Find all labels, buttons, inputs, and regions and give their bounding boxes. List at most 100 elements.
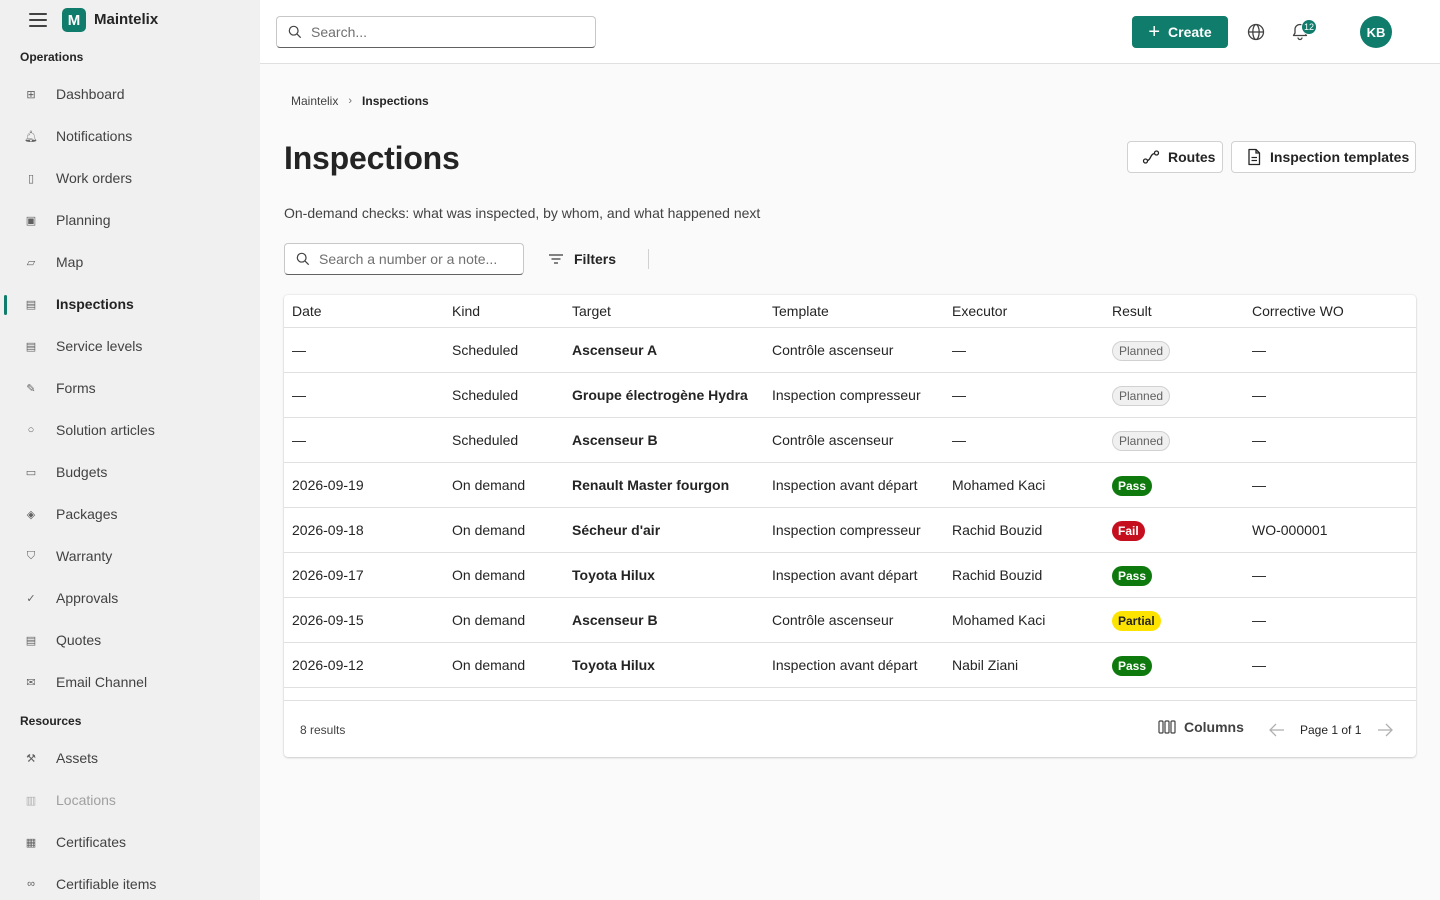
table-row[interactable]: 2026-09-19 On demand Renault Master fourgo… — [284, 463, 1416, 508]
column-header-target[interactable]: Target — [572, 303, 611, 319]
cell-executor: Mohamed Kaci — [952, 612, 1046, 628]
app-logo[interactable]: M — [62, 8, 86, 32]
sidebar-item-dashboard[interactable]: ⊞ Dashboard — [0, 76, 260, 112]
columns-button[interactable]: Columns — [1158, 719, 1244, 735]
columns-button-label: Columns — [1184, 719, 1244, 735]
cell-kind: Scheduled — [452, 387, 519, 403]
sidebar-item-solution-articles[interactable]: ○ Solution articles — [0, 412, 260, 448]
cell-kind: On demand — [452, 612, 526, 628]
search-icon — [288, 25, 302, 39]
table-header: Date Kind Target Template Executor Resul… — [284, 295, 1416, 328]
sidebar-item-label: Email Channel — [56, 674, 148, 690]
table-row[interactable]: — Scheduled Ascenseur A Contrôle ascenseur —… — [284, 328, 1416, 373]
sidebar-item-label: Forms — [56, 380, 96, 396]
table-row[interactable]: 2026-09-18 On demand Sécheur d'air Inspecti… — [284, 508, 1416, 553]
create-button[interactable]: + Create — [1132, 16, 1228, 48]
sidebar-item-budgets[interactable]: ▭ Budgets — [0, 454, 260, 490]
sidebar-item-label: Solution articles — [56, 422, 155, 438]
cell-date: 2026-09-19 — [292, 477, 364, 493]
global-search[interactable] — [276, 16, 596, 48]
document-icon: ▤ — [25, 634, 37, 647]
sidebar-item-label: Locations — [56, 792, 116, 808]
sidebar-item-forms[interactable]: ✎ Forms — [0, 370, 260, 406]
sidebar-item-assets[interactable]: ⚒ Assets — [0, 740, 260, 776]
plus-icon: + — [1148, 21, 1161, 43]
cell-target: Ascenseur A — [572, 342, 658, 358]
sidebar-item-planning[interactable]: ▣ Planning — [0, 202, 260, 238]
arrow-right-icon[interactable] — [1376, 722, 1394, 738]
globe-icon[interactable] — [1246, 22, 1266, 42]
cell-corrective-wo: — — [1252, 612, 1266, 628]
cell-kind: On demand — [452, 567, 526, 583]
cell-executor: — — [952, 432, 966, 448]
column-header-result[interactable]: Result — [1112, 303, 1152, 319]
user-avatar[interactable]: KB — [1360, 16, 1392, 48]
sidebar-item-email-channel[interactable]: ✉ Email Channel — [0, 664, 260, 700]
hamburger-menu-icon[interactable] — [29, 13, 47, 27]
cell-template: Inspection compresseur — [772, 522, 921, 538]
sidebar-item-certificates[interactable]: ▦ Certificates — [0, 824, 260, 860]
filters-button-label: Filters — [574, 251, 617, 267]
sidebar-item-notifications[interactable]: 🔔︎ Notifications — [0, 118, 260, 154]
sidebar-item-label: Quotes — [56, 632, 102, 648]
breadcrumb: Maintelix › Inspections — [291, 94, 429, 108]
clipboard-icon: ▯ — [27, 172, 35, 185]
filters-button[interactable]: Filters — [548, 243, 616, 275]
table-row[interactable]: 2026-09-17 On demand Toyota Hilux Inspectio… — [284, 553, 1416, 598]
notification-count-badge: 12 — [1301, 19, 1317, 35]
sidebar-item-warranty[interactable]: ⛉ Warranty — [0, 538, 260, 574]
cell-template: Inspection avant départ — [772, 477, 918, 493]
sidebar-item-work-orders[interactable]: ▯ Work orders — [0, 160, 260, 196]
inspection-templates-button[interactable]: Inspection templates — [1231, 141, 1416, 173]
cell-target: Ascenseur B — [572, 612, 658, 628]
cell-template: Inspection compresseur — [772, 387, 921, 403]
sidebar-item-certifiable-items[interactable]: ∞ Certifiable items — [0, 866, 260, 900]
inspection-search[interactable] — [284, 243, 524, 275]
table-row[interactable]: 2026-09-15 On demand Ascenseur B Contrôle a… — [284, 598, 1416, 643]
document-icon — [1248, 148, 1261, 166]
column-header-date[interactable]: Date — [292, 303, 322, 319]
cell-corrective-wo: — — [1252, 477, 1266, 493]
result-badge: Fail — [1112, 521, 1145, 541]
sidebar-item-locations[interactable]: ▥ Locations — [0, 782, 260, 818]
table-row[interactable]: 2026-09-12 On demand Toyota Hilux Inspectio… — [284, 643, 1416, 688]
sidebar-item-label: Planning — [56, 212, 111, 228]
app-name[interactable]: Maintelix — [94, 11, 158, 28]
sidebar-item-quotes[interactable]: ▤ Quotes — [0, 622, 260, 658]
cell-corrective-wo: — — [1252, 432, 1266, 448]
inspection-search-input[interactable] — [319, 251, 514, 267]
cell-executor: Nabil Ziani — [952, 657, 1019, 673]
breadcrumb-root[interactable]: Maintelix — [291, 94, 338, 108]
cell-date: — — [292, 432, 306, 448]
table-row[interactable]: — Scheduled Ascenseur B Contrôle ascenseur —… — [284, 418, 1416, 463]
column-header-template[interactable]: Template — [772, 303, 829, 319]
map-icon: ▱ — [26, 256, 36, 269]
mail-icon: ✉ — [26, 676, 36, 689]
sidebar-item-approvals[interactable]: ✓ Approvals — [0, 580, 260, 616]
sidebar-item-packages[interactable]: ◈ Packages — [0, 496, 260, 532]
wrench-icon: ⚒ — [26, 752, 36, 765]
routes-button[interactable]: Routes — [1127, 141, 1223, 173]
table-row[interactable]: — Scheduled Groupe électrogène Hydra Inspec… — [284, 373, 1416, 418]
cell-template: Contrôle ascenseur — [772, 612, 894, 628]
calendar-icon: ▣ — [25, 214, 37, 227]
money-icon: ▭ — [25, 466, 37, 479]
result-badge: Planned — [1112, 431, 1171, 451]
global-search-input[interactable] — [311, 24, 581, 40]
column-header-executor[interactable]: Executor — [952, 303, 1007, 319]
result-badge: Pass — [1112, 566, 1153, 586]
page-title: Inspections — [284, 140, 460, 176]
cell-target: Toyota Hilux — [572, 657, 655, 673]
sidebar-item-label: Approvals — [56, 590, 119, 606]
sidebar-item-service-levels[interactable]: ▤ Service levels — [0, 328, 260, 364]
sidebar-item-inspections[interactable]: ▤ Inspections — [0, 286, 260, 322]
arrow-left-icon[interactable] — [1268, 722, 1286, 738]
cell-executor: Rachid Bouzid — [952, 522, 1043, 538]
sidebar-item-label: Work orders — [56, 170, 132, 186]
cell-template: Inspection avant départ — [772, 567, 918, 583]
column-header-kind[interactable]: Kind — [452, 303, 480, 319]
column-header-corrective-wo[interactable]: Corrective WO — [1252, 303, 1344, 319]
sidebar-item-map[interactable]: ▱ Map — [0, 244, 260, 280]
cell-kind: Scheduled — [452, 342, 519, 358]
page-indicator: Page 1 of 1 — [1300, 723, 1362, 737]
